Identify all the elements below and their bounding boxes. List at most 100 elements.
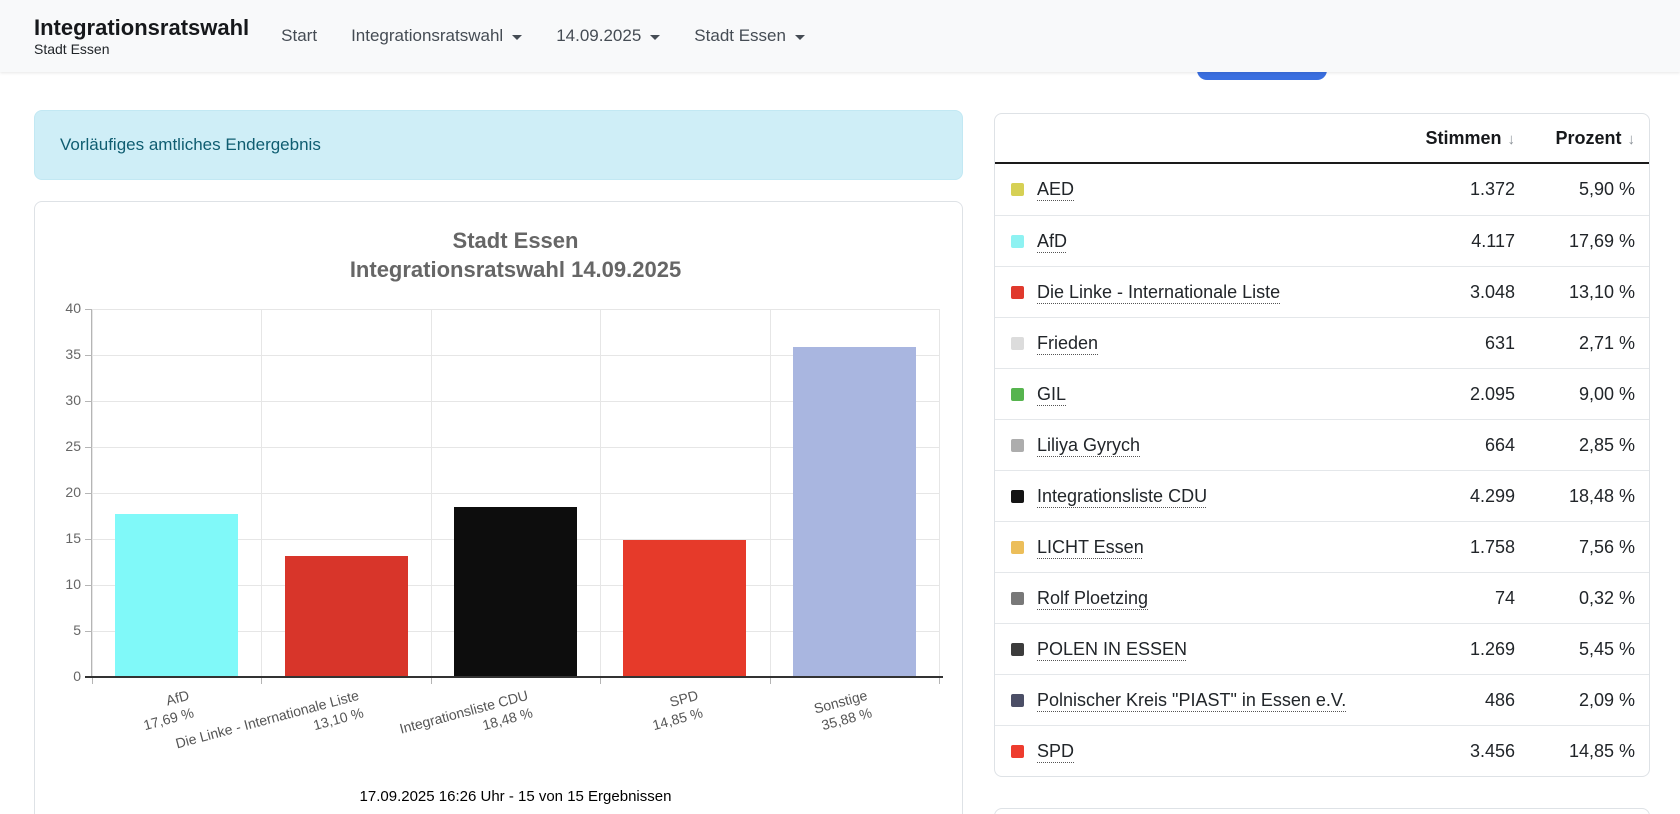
stimmen-value: 631 xyxy=(1484,332,1515,353)
party-link[interactable]: Rolf Ploetzing xyxy=(1037,588,1148,609)
prozent-value: 5,45 % xyxy=(1578,638,1635,659)
results-table: Stimmen ↓ Prozent ↓ AED 1.372 5,90 % AfD 4.117… xyxy=(994,113,1650,777)
stimmen-value: 1.372 xyxy=(1469,179,1515,199)
y-axis-tick-label: 20 xyxy=(65,484,81,500)
prozent-value: 2,71 % xyxy=(1578,332,1635,353)
bar-AfD[interactable] xyxy=(115,514,239,677)
party-color-swatch xyxy=(1011,387,1024,401)
bar-Sonstige[interactable] xyxy=(792,346,916,677)
nav-item-start[interactable]: Start xyxy=(281,26,317,46)
chevron-down-icon xyxy=(794,35,805,40)
party-link[interactable]: POLEN IN ESSEN xyxy=(1037,639,1187,660)
bar-SPD[interactable] xyxy=(623,540,747,677)
prozent-value: 18,48 % xyxy=(1568,485,1635,506)
column-header-label: Stimmen xyxy=(1425,127,1502,148)
party-link[interactable]: LICHT Essen xyxy=(1037,537,1144,558)
table-row: Liliya Gyrych 664 2,85 % xyxy=(995,419,1649,470)
party-link[interactable]: Die Linke - Internationale Liste xyxy=(1037,282,1280,303)
table-row: Die Linke - Internationale Liste 3.048 13,… xyxy=(995,266,1649,317)
party-link[interactable]: AED xyxy=(1037,179,1074,200)
main-nav: Start Integrationsratswahl 14.09.2025 St… xyxy=(281,26,805,46)
x-gridline xyxy=(769,309,771,677)
prozent-value: 14,85 % xyxy=(1568,740,1635,761)
column-header-label: Prozent xyxy=(1555,127,1622,148)
party-link[interactable]: Liliya Gyrych xyxy=(1037,435,1140,456)
party-link[interactable]: SPD xyxy=(1037,741,1074,762)
party-link[interactable]: AfD xyxy=(1037,231,1067,252)
party-link[interactable]: Polnischer Kreis "PIAST" in Essen e.V. xyxy=(1037,690,1346,711)
nav-dropdown-date[interactable]: 14.09.2025 xyxy=(556,26,661,46)
stimmen-value: 2.095 xyxy=(1469,383,1515,404)
page-title: Integrationsratswahl xyxy=(34,15,250,40)
bar-Die Linke - Internationale Liste[interactable] xyxy=(284,556,408,677)
table-row: GIL 2.095 9,00 % xyxy=(995,368,1649,419)
x-axis-category-label: AfD 17,69 % xyxy=(137,686,196,734)
status-alert-text: Vorläufiges amtliches Endergebnis xyxy=(60,135,321,154)
y-axis-tick-label: 35 xyxy=(65,346,81,362)
party-link[interactable]: Frieden xyxy=(1037,333,1098,354)
stimmen-value: 1.269 xyxy=(1469,638,1515,659)
chevron-down-icon xyxy=(512,35,523,40)
prozent-value: 7,56 % xyxy=(1578,536,1635,557)
y-axis-tick-label: 10 xyxy=(65,576,81,592)
x-gridline xyxy=(430,309,432,677)
nav-dropdown-area[interactable]: Stadt Essen xyxy=(694,26,805,46)
column-header-prozent[interactable]: Prozent ↓ xyxy=(1523,128,1635,149)
x-gridline xyxy=(939,309,940,677)
stimmen-value: 486 xyxy=(1484,689,1515,710)
stimmen-value: 4.117 xyxy=(1471,230,1515,251)
party-link[interactable]: GIL xyxy=(1037,384,1066,405)
bar-Integrationsliste CDU[interactable] xyxy=(454,506,577,677)
prozent-value: 2,09 % xyxy=(1578,689,1635,710)
x-gridline xyxy=(92,309,93,677)
page-subtitle: Stadt Essen xyxy=(34,41,110,57)
stimmen-value: 74 xyxy=(1494,587,1515,608)
table-row: AfD 4.117 17,69 % xyxy=(995,215,1649,266)
prozent-value: 17,69 % xyxy=(1568,230,1635,251)
stimmen-value: 4.299 xyxy=(1469,485,1515,506)
stimmen-value: 3.456 xyxy=(1469,740,1515,761)
prozent-value: 9,00 % xyxy=(1578,383,1635,404)
column-header-stimmen[interactable]: Stimmen ↓ xyxy=(1385,128,1515,149)
nav-item-label: Start xyxy=(281,26,318,45)
app-brand: Integrationsratswahl Stadt Essen xyxy=(34,14,249,58)
prozent-value: 13,10 % xyxy=(1568,281,1635,302)
sort-descending-icon: ↓ xyxy=(1627,130,1636,148)
table-row: Rolf Ploetzing 74 0,32 % xyxy=(995,572,1649,623)
x-tick xyxy=(600,678,602,684)
y-axis-line xyxy=(91,309,92,677)
table-row: Integrationsliste CDU 4.299 18,48 % xyxy=(995,470,1649,521)
chart-card: Stadt Essen Integrationsratswahl 14.09.2… xyxy=(34,201,963,814)
prozent-value: 0,32 % xyxy=(1578,587,1635,608)
y-axis-tick-label: 30 xyxy=(65,392,81,408)
nav-item-label: Integrationsratswahl xyxy=(351,26,504,45)
stimmen-value: 1.758 xyxy=(1469,536,1515,557)
nav-dropdown-election[interactable]: Integrationsratswahl xyxy=(351,26,523,46)
prozent-value: 5,90 % xyxy=(1578,179,1635,199)
results-table-body: AED 1.372 5,90 % AfD 4.117 17,69 % Die Linke -… xyxy=(995,164,1649,776)
party-color-swatch xyxy=(1011,591,1024,605)
table-row: POLEN IN ESSEN 1.269 5,45 % xyxy=(995,623,1649,674)
party-color-swatch xyxy=(1011,744,1024,758)
table-row: LICHT Essen 1.758 7,56 % xyxy=(995,521,1649,572)
party-color-swatch xyxy=(1011,234,1024,248)
y-axis-tick-label: 0 xyxy=(73,668,81,684)
x-gridline xyxy=(261,309,263,677)
stimmen-value: 664 xyxy=(1484,434,1515,455)
y-axis-tick-label: 25 xyxy=(65,438,81,454)
y-axis-tick-label: 40 xyxy=(65,300,81,316)
chart-title: Stadt Essen Integrationsratswahl 14.09.2… xyxy=(92,226,939,284)
next-card-top-edge xyxy=(994,808,1650,814)
x-axis-category-label: SPD 14,85 % xyxy=(645,686,704,734)
x-tick xyxy=(92,678,93,684)
results-table-header: Stimmen ↓ Prozent ↓ xyxy=(995,114,1649,164)
party-link[interactable]: Integrationsliste CDU xyxy=(1037,486,1207,507)
x-axis-line xyxy=(85,676,943,678)
sort-descending-icon: ↓ xyxy=(1507,130,1516,148)
y-gridline xyxy=(92,309,939,310)
table-row: Frieden 631 2,71 % xyxy=(995,317,1649,368)
status-alert: Vorläufiges amtliches Endergebnis xyxy=(34,110,963,180)
table-row: Polnischer Kreis "PIAST" in Essen e.V. 48… xyxy=(995,674,1649,725)
x-tick xyxy=(261,678,263,684)
nav-item-label: 14.09.2025 xyxy=(556,26,642,45)
